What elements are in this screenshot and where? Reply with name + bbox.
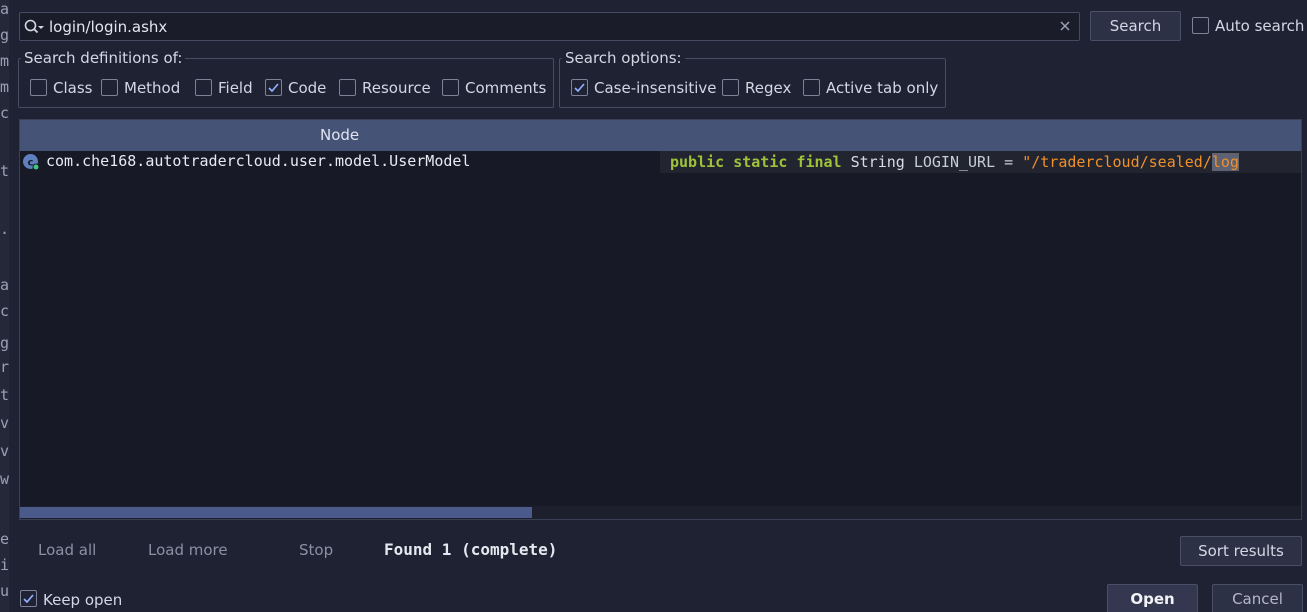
keep-open-checkbox[interactable] <box>20 590 37 607</box>
field-label: Field <box>218 79 253 97</box>
checkmark-icon <box>574 83 585 93</box>
code-keyword: static <box>733 153 788 171</box>
search-options-title: Search options: <box>562 49 685 67</box>
clear-icon[interactable] <box>1058 19 1072 33</box>
search-definitions-title: Search definitions of: <box>21 49 186 67</box>
comments-checkbox[interactable] <box>442 79 459 96</box>
cancel-button[interactable]: Cancel <box>1212 584 1303 612</box>
horizontal-scrollbar-thumb[interactable] <box>20 507 532 518</box>
search-dialog: a g m m c t . a c g r t v v w e i u Sear… <box>0 0 1307 612</box>
strip-char: r <box>0 358 9 376</box>
field-checkbox[interactable] <box>195 79 212 96</box>
active-tab-only-checkbox[interactable] <box>803 79 820 96</box>
keep-open-label: Keep open <box>43 591 123 609</box>
strip-char: u <box>0 582 9 600</box>
strip-char: . <box>0 220 9 238</box>
strip-char: e <box>0 530 9 548</box>
column-header-node[interactable]: Node <box>320 126 359 144</box>
strip-char: g <box>0 334 9 352</box>
class-label: Class <box>53 79 93 97</box>
search-input[interactable] <box>49 15 1049 38</box>
code-identifier: LOGIN_URL <box>913 153 996 171</box>
strip-char: m <box>0 52 9 70</box>
strip-char: a <box>0 0 9 18</box>
code-operator: = <box>1004 153 1014 171</box>
strip-char: m <box>0 78 9 96</box>
search-field[interactable] <box>19 12 1080 41</box>
regex-checkbox[interactable] <box>722 79 739 96</box>
comments-label: Comments <box>465 79 547 97</box>
strip-char: t <box>0 162 9 180</box>
active-tab-only-label: Active tab only <box>826 79 939 97</box>
code-checkbox[interactable] <box>265 79 282 96</box>
strip-char: a <box>0 276 9 294</box>
strip-char: c <box>0 104 9 122</box>
open-button[interactable]: Open <box>1107 584 1198 612</box>
editor-background-strip: a g m m c t . a c g r t v v w e i u <box>0 0 9 612</box>
code-type: String <box>850 153 905 171</box>
strip-char: v <box>0 442 9 460</box>
checkmark-icon <box>23 594 34 604</box>
search-button[interactable]: Search <box>1090 11 1181 41</box>
checkmark-icon <box>268 83 279 93</box>
code-keyword: final <box>796 153 842 171</box>
stop-button[interactable]: Stop <box>299 541 333 559</box>
class-icon: c <box>23 154 40 171</box>
code-label: Code <box>288 79 327 97</box>
strip-char: w <box>0 470 9 488</box>
resource-label: Resource <box>362 79 431 97</box>
strip-char: t <box>0 386 9 404</box>
search-options-icon[interactable] <box>23 18 45 36</box>
strip-char: c <box>0 302 9 320</box>
results-table[interactable]: Node c com.che168.autotradercloud.user.m… <box>19 119 1302 520</box>
table-row[interactable]: c com.che168.autotradercloud.user.model.… <box>20 151 1301 173</box>
code-keyword: public <box>670 153 725 171</box>
found-status: Found 1 (complete) <box>384 540 558 559</box>
strip-char: v <box>0 414 9 432</box>
horizontal-scrollbar[interactable] <box>20 506 1301 519</box>
load-more-button[interactable]: Load more <box>148 541 228 559</box>
auto-search-label: Auto search <box>1215 17 1305 35</box>
strip-char: i <box>0 556 9 574</box>
class-checkbox[interactable] <box>30 79 47 96</box>
case-insensitive-label: Case-insensitive <box>594 79 717 97</box>
method-checkbox[interactable] <box>101 79 118 96</box>
case-insensitive-checkbox[interactable] <box>571 79 588 96</box>
code-string: "/tradercloud/sealed/ <box>1022 153 1212 171</box>
regex-label: Regex <box>745 79 792 97</box>
strip-char: g <box>0 26 9 44</box>
code-match-highlight: log <box>1211 153 1239 171</box>
node-name: com.che168.autotradercloud.user.model.Us… <box>46 152 471 170</box>
results-header[interactable]: Node <box>20 120 1301 151</box>
resource-checkbox[interactable] <box>339 79 356 96</box>
code-snippet: public static final String LOGIN_URL = "… <box>660 151 1301 173</box>
sort-results-button[interactable]: Sort results <box>1180 536 1302 566</box>
load-all-button[interactable]: Load all <box>38 541 96 559</box>
method-label: Method <box>124 79 181 97</box>
auto-search-checkbox[interactable] <box>1192 17 1209 34</box>
